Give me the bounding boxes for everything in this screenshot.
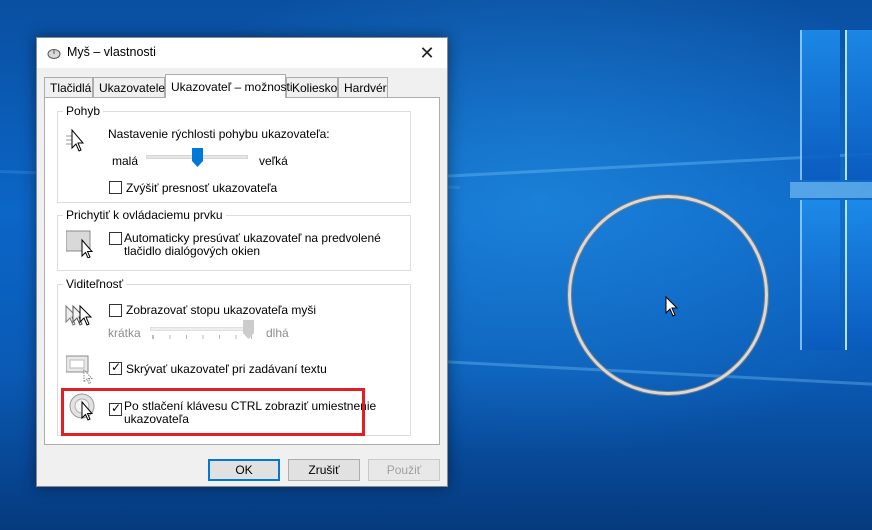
snap-to-button-icon (66, 230, 94, 258)
snap-label-line2: tlačidlo dialógových okien (124, 244, 261, 258)
windows-logo-pane (845, 30, 872, 180)
highlight-annotation (61, 388, 365, 436)
trails-slider-thumb[interactable] (243, 320, 254, 339)
snap-checkbox[interactable] (109, 232, 122, 245)
motion-group-label: Pohyb (63, 104, 104, 118)
mouse-icon (47, 49, 61, 59)
snap-label-line1: Automaticky presúvať ukazovateľ na predv… (124, 231, 381, 245)
cancel-button[interactable]: Zrušiť (288, 459, 360, 481)
precision-checkbox[interactable] (109, 181, 122, 194)
snap-group-label: Prichytiť k ovládaciemu prvku (63, 208, 226, 222)
trails-slider-ticks (152, 335, 252, 339)
tab-pointers[interactable]: Ukazovatele (93, 77, 165, 97)
hide-pointer-icon (66, 355, 94, 384)
trails-long-label: dlhá (266, 326, 289, 340)
pointer-speed-icon (66, 128, 85, 152)
tab-wheel[interactable]: Koliesko (286, 77, 338, 97)
visibility-group-label: Viditeľnosť (63, 277, 127, 291)
windows-logo-pane (845, 200, 872, 350)
tab-hardware[interactable]: Hardvér (338, 77, 388, 97)
close-button[interactable]: ✕ (407, 38, 447, 68)
tab-buttons[interactable]: Tlačidlá (44, 77, 93, 97)
hide-while-typing-checkbox[interactable]: ✓ (109, 360, 122, 375)
check-icon: ✓ (111, 360, 122, 374)
precision-label: Zvýšiť presnosť ukazovateľa (126, 181, 278, 195)
trails-slider-track[interactable] (150, 327, 254, 331)
ok-button[interactable]: OK (208, 459, 280, 481)
window-title: Myš – vlastnosti (67, 45, 156, 59)
windows-logo-pane (800, 30, 840, 180)
pointer-locate-ring (568, 195, 768, 395)
windows-logo-pane (800, 200, 840, 350)
trails-short-label: krátka (108, 326, 141, 340)
speed-slider-thumb[interactable] (191, 148, 203, 167)
apply-button[interactable]: Použiť (368, 459, 440, 481)
pointer-trails-icon (65, 304, 93, 326)
speed-fast-label: veľká (259, 154, 288, 168)
close-icon: ✕ (419, 42, 435, 63)
mouse-pointer-icon (665, 296, 679, 317)
trails-checkbox[interactable] (109, 304, 122, 317)
speed-label: Nastavenie rýchlosti pohybu ukazovateľa: (108, 127, 330, 141)
trails-label: Zobrazovať stopu ukazovateľa myši (126, 303, 317, 317)
tab-pointer-options[interactable]: Ukazovateľ – možnosti (165, 74, 293, 98)
hide-while-typing-label: Skrývať ukazovateľ pri zadávaní textu (126, 362, 327, 376)
windows-logo-gap (790, 182, 872, 198)
title-bar[interactable]: Myš – vlastnosti ✕ (37, 38, 447, 68)
speed-slow-label: malá (112, 154, 139, 168)
